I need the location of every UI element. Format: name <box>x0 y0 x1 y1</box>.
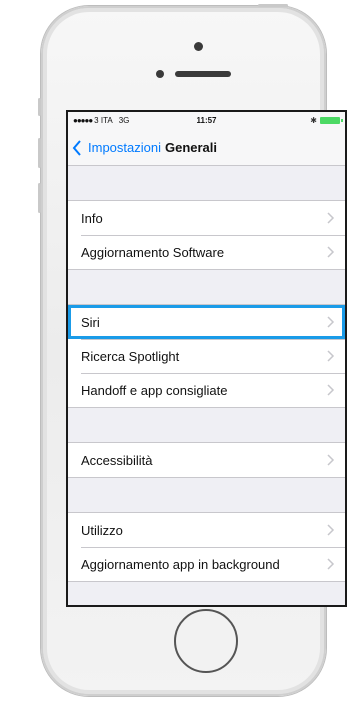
front-sensor-dot <box>194 42 203 51</box>
list-item-label: Accessibilità <box>81 452 153 468</box>
list-item-handoff[interactable]: Handoff e app consigliate <box>68 373 345 407</box>
list-item-siri[interactable]: Siri <box>68 305 345 339</box>
chevron-right-icon <box>327 212 335 224</box>
mute-switch <box>38 98 41 116</box>
list-item-background-app-refresh[interactable]: Aggiornamento app in background <box>68 547 345 581</box>
chevron-right-icon <box>327 524 335 536</box>
navigation-bar: Impostazioni Generali <box>68 130 345 166</box>
list-item-spotlight[interactable]: Ricerca Spotlight <box>68 339 345 373</box>
status-time: 11:57 <box>196 116 217 125</box>
chevron-right-icon <box>327 246 335 258</box>
list-item-label: Info <box>81 210 103 226</box>
chevron-right-icon <box>327 454 335 466</box>
page-title: Generali <box>164 140 218 155</box>
settings-group-about: Info Aggiornamento Software <box>68 200 345 270</box>
back-button-label: Impostazioni <box>88 140 161 155</box>
volume-up-button <box>38 138 41 168</box>
chevron-right-icon <box>327 350 335 362</box>
list-item-label: Handoff e app consigliate <box>81 382 228 398</box>
list-item-label: Aggiornamento app in background <box>81 556 280 572</box>
earpiece-speaker <box>175 71 231 77</box>
list-item-label: Ricerca Spotlight <box>81 348 180 364</box>
chevron-right-icon <box>327 316 335 328</box>
list-item-label: Siri <box>81 314 100 330</box>
list-item-usage[interactable]: Utilizzo <box>68 513 345 547</box>
chevron-right-icon <box>327 558 335 570</box>
bluetooth-icon: ✱ <box>310 116 317 125</box>
list-item-software-update[interactable]: Aggiornamento Software <box>68 235 345 269</box>
settings-group-siri: Siri Ricerca Spotlight Handoff e app con… <box>68 304 345 408</box>
back-chevron-icon <box>72 138 88 158</box>
list-item-accessibility[interactable]: Accessibilità <box>68 443 345 477</box>
settings-group-accessibility: Accessibilità <box>68 442 345 478</box>
list-item-label: Aggiornamento Software <box>81 244 225 260</box>
back-button[interactable]: Impostazioni <box>72 138 161 158</box>
list-item-info[interactable]: Info <box>68 201 345 235</box>
volume-down-button <box>38 183 41 213</box>
status-bar: ●●●●● 3 ITA 3G 11:57 ✱ <box>68 112 345 130</box>
list-item-label: Utilizzo <box>81 522 123 538</box>
home-button[interactable] <box>174 609 238 673</box>
status-right: ✱ <box>310 116 343 125</box>
front-camera-icon <box>156 70 164 78</box>
battery-icon <box>320 117 343 124</box>
sleep-wake-button <box>258 4 288 7</box>
settings-group-usage: Utilizzo Aggiornamento app in background <box>68 512 345 582</box>
stage: ●●●●● 3 ITA 3G 11:57 ✱ Impostazioni Gene… <box>0 0 364 701</box>
phone-screen: ●●●●● 3 ITA 3G 11:57 ✱ Impostazioni Gene… <box>66 110 347 607</box>
chevron-right-icon <box>327 384 335 396</box>
